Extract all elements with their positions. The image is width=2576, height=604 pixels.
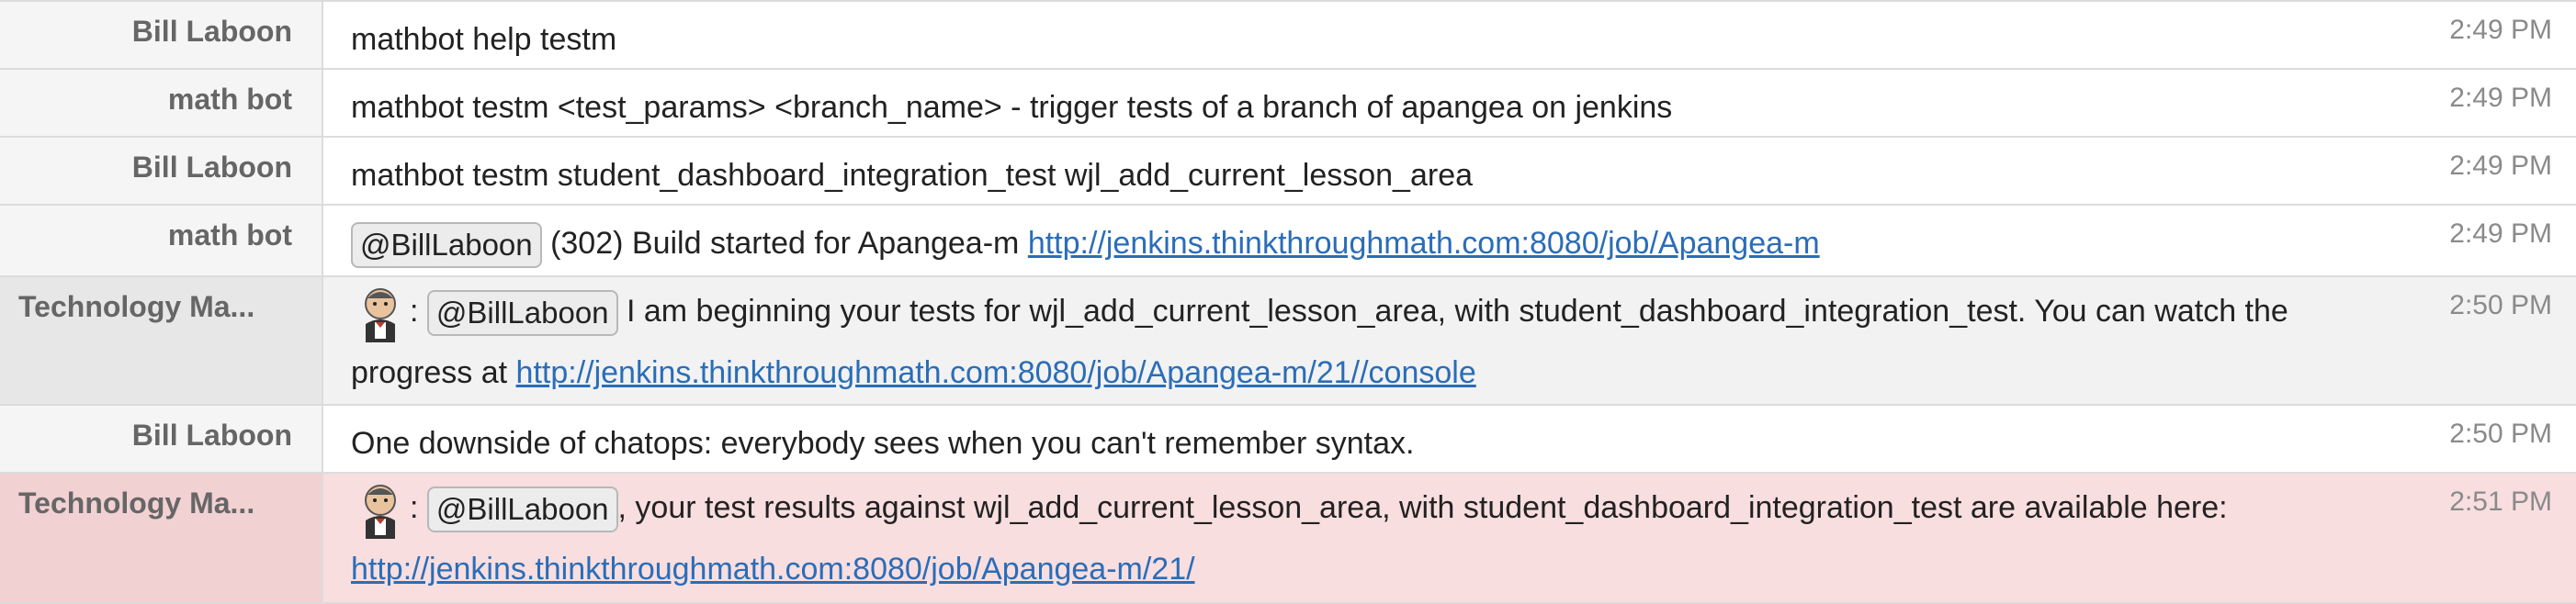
message-text: mathbot testm <test_params> <branch_name… [351,90,1673,125]
jenkins-butler-icon [351,284,410,343]
sender-name[interactable]: Technology Ma... [0,474,323,602]
timestamp: 2:50 PM [2449,419,2552,449]
sender-name[interactable]: math bot [0,206,323,275]
timestamp: 2:51 PM [2449,487,2552,517]
jenkins-butler-icon [351,480,410,540]
jenkins-job-link[interactable]: http://jenkins.thinkthroughmath.com:8080… [1028,226,1820,261]
message-text: mathbot testm student_dashboard_integrat… [351,158,1474,193]
jenkins-results-link[interactable]: http://jenkins.thinkthroughmath.com:8080… [351,552,1195,587]
chat-log: Bill Laboon mathbot help testm 2:49 PM m… [0,0,2576,604]
mention-chip[interactable]: @BillLaboon [426,487,618,533]
sender-name[interactable]: Technology Ma... [0,277,323,404]
message-content: @BillLaboon (302) Build started for Apan… [323,206,2576,275]
message-text: (302) Build started for Apangea-m [541,226,1028,261]
sender-name[interactable]: Bill Laboon [0,2,323,68]
timestamp: 2:49 PM [2449,83,2552,113]
message-content: : @BillLaboon I am beginning your tests … [323,277,2576,404]
timestamp: 2:49 PM [2449,15,2552,45]
sender-name[interactable]: Bill Laboon [0,138,323,204]
timestamp: 2:50 PM [2449,290,2552,320]
message-row: Technology Ma... : @BillLaboon I am begi… [0,277,2576,406]
message-row: math bot mathbot testm <test_params> <br… [0,70,2576,138]
jenkins-console-link[interactable]: http://jenkins.thinkthroughmath.com:8080… [516,355,1476,390]
mention-chip[interactable]: @BillLaboon [351,222,542,269]
sender-name[interactable]: Bill Laboon [0,406,323,472]
timestamp: 2:49 PM [2449,218,2552,249]
message-content: : @BillLaboon, your test results against… [323,474,2576,602]
message-text: mathbot help testm [351,22,617,57]
message-row: math bot @BillLaboon (302) Build started… [0,206,2576,277]
timestamp: 2:49 PM [2449,151,2552,181]
message-text: , your test results against wjl_add_curr… [617,490,2228,525]
message-row: Bill Laboon One downside of chatops: eve… [0,406,2576,474]
message-row: Bill Laboon mathbot testm student_dashbo… [0,138,2576,206]
sender-name[interactable]: math bot [0,70,323,136]
mention-chip[interactable]: @BillLaboon [426,290,618,337]
colon-text: : [410,294,419,329]
colon-text: : [410,490,419,525]
message-text: One downside of chatops: everybody sees … [351,426,1415,461]
message-row: Bill Laboon mathbot help testm 2:49 PM [0,2,2576,70]
message-row: Technology Ma... : @BillLaboon, your tes… [0,474,2576,604]
